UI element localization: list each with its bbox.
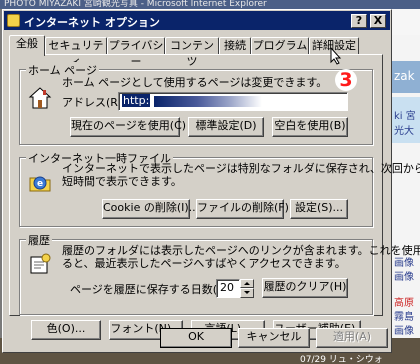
history-group-title: 履歴 [26,232,52,248]
apply-button[interactable]: 適用(A) [316,328,388,348]
use-current-button[interactable]: 現在のページを使用(C) [70,117,186,137]
history-group: 履歴 履歴のフォルダには表示したページへのリンクが含まれます。これを使用す ると… [19,232,420,315]
history-description-2: ると、最近表示したページへすばやくアクセスできます。 [62,257,346,270]
use-blank-button[interactable]: 空白を使用(B) [272,117,348,137]
temp-settings-button[interactable]: 設定(S)... [290,199,348,219]
tab-connections[interactable]: 接続 [219,37,251,55]
background-link[interactable]: ki 宮 [394,107,416,122]
delete-files-button[interactable]: ファイルの削除(F)... [196,199,299,219]
background-link[interactable]: 画像 [394,268,414,283]
tab-general[interactable]: 全般 [9,35,45,56]
temp-files-description-1: インターネットで表示したページは特別なフォルダに保存され、次回からは [62,162,420,175]
background-link[interactable]: 高原 [394,294,414,309]
ok-button[interactable]: OK [160,328,232,348]
dialog-title: インターネット オプション [24,16,160,29]
home-page-description: ホーム ページとして使用するページは変更できます。 [62,76,328,89]
address-field[interactable]: http: [118,92,348,111]
spin-down-button[interactable] [240,288,254,298]
tab-privacy[interactable]: プライバシー [107,37,165,68]
step-number-badge: 3 [335,69,357,91]
background-link[interactable]: 霧島 [394,308,414,323]
history-icon [30,253,51,274]
mouse-cursor-icon [330,47,342,65]
clear-history-button[interactable]: 履歴のクリア(H) [262,278,348,298]
background-window-title: PHOTO MIYAZAKI 宮崎観光写真 - Microsoft Intern… [0,0,420,9]
address-value: http: [122,94,151,107]
dialog-titlebar[interactable]: インターネット オプション ? X [4,11,390,30]
close-button[interactable]: X [370,14,386,28]
temp-files-description-2: 短時間で表示できます。 [62,175,182,188]
ie-folder-icon: e [29,176,51,192]
colors-button[interactable]: 色(O)... [31,320,101,340]
spin-down-icon [244,291,250,294]
spin-up-icon [244,282,250,285]
history-description-1: 履歴のフォルダには表示したページへのリンクが含まれます。これを使用す [62,244,420,257]
house-icon [28,87,52,109]
background-page-content: zak ki 宮 光大 画像 画像 高原 霧島 画像 [392,9,420,364]
spin-up-button[interactable] [240,279,254,288]
background-toolbar [392,9,420,35]
history-days-spinner[interactable] [240,279,254,298]
use-default-button[interactable]: 標準設定(D) [188,117,264,137]
delete-cookies-button[interactable]: Cookie の削除(I)... [102,199,199,219]
background-caption: 07/29 リュ・シウォ [300,355,383,364]
background-link[interactable]: 光大 [394,122,414,137]
temp-files-group: インターネット一時ファイル e インターネットで表示したページは特別なフォルダに… [19,150,420,227]
address-label: アドレス(R): [62,96,126,109]
internet-options-icon [7,14,20,27]
svg-text:e: e [37,179,43,189]
history-days-label: ページを履歴に保存する日数(K): [70,283,233,296]
tab-programs[interactable]: プログラム [251,37,309,55]
history-days-input[interactable]: 20 [216,279,240,298]
address-redacted [153,95,262,107]
cancel-button[interactable]: キャンセル [238,328,310,348]
tab-content[interactable]: コンテンツ [165,37,219,68]
background-link[interactable]: 画像 [394,322,414,337]
tab-security[interactable]: セキュリティ [45,37,107,68]
tab-panel-general: ホーム ページ ホーム ページとして使用するページは変更できます。 アドレス(R… [9,54,420,316]
home-page-group: ホーム ページ ホーム ページとして使用するページは変更できます。 アドレス(R… [19,62,373,145]
background-text: zak [394,69,415,83]
help-button[interactable]: ? [351,14,367,28]
